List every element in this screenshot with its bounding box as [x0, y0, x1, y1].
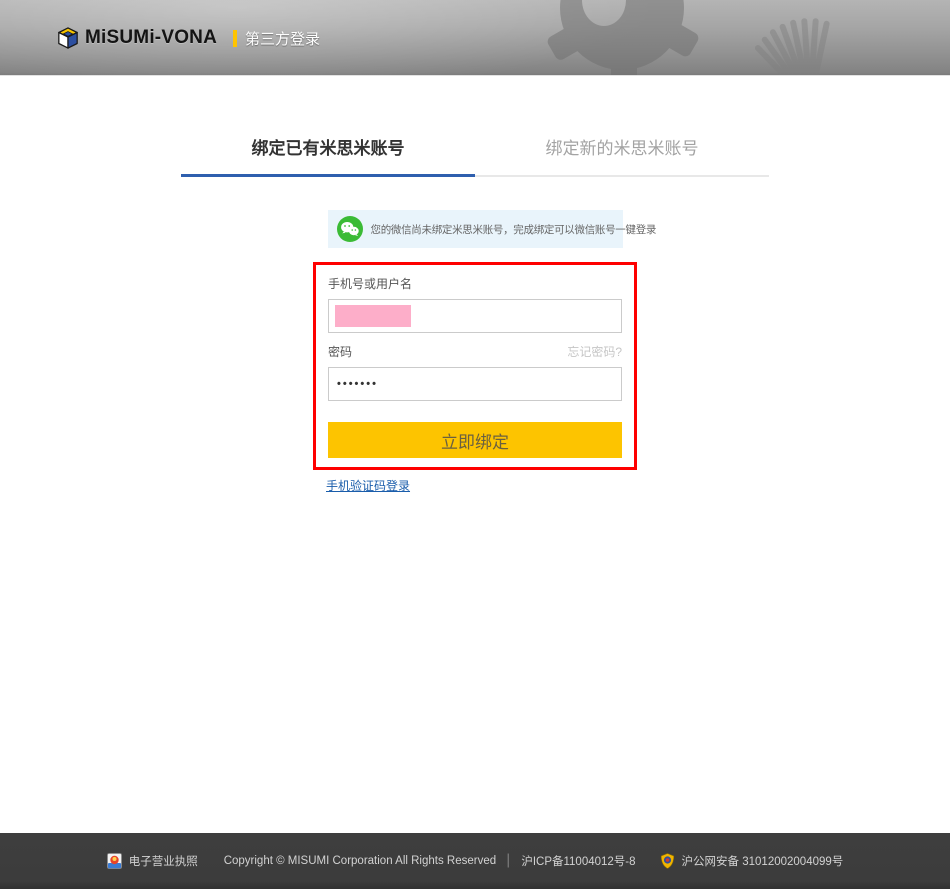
subtitle-accent-bar [233, 30, 237, 47]
password-label-row: 密码 忘记密码? [328, 343, 622, 360]
wechat-notice: 您的微信尚未绑定米思米账号，完成绑定可以微信账号一键登录 [328, 210, 623, 248]
tab-bind-new-account[interactable]: 绑定新的米思米账号 [475, 134, 769, 177]
wechat-icon [337, 216, 363, 242]
footer-divider: │ [505, 855, 512, 867]
footer-row: 电子营业执照 Copyright © MISUMI Corporation Al… [107, 853, 844, 869]
username-input-wrap [328, 299, 622, 333]
fan-blades-icon [754, 18, 831, 76]
brand-name: MiSUMi-VONA [85, 27, 217, 49]
gear-icon [543, 0, 700, 76]
business-license-link[interactable]: 电子营业执照 [107, 853, 198, 869]
business-license-icon [107, 853, 122, 869]
password-input[interactable] [328, 367, 622, 401]
page-subtitle: 第三方登录 [245, 28, 320, 49]
main-content: 绑定已有米思米账号 绑定新的米思米账号 您的微信尚未绑定米思米账号，完成绑定可以… [0, 76, 950, 833]
police-registration-link[interactable]: 沪公网安备 31012002004099号 [660, 853, 844, 869]
misumi-cube-icon [57, 27, 79, 49]
police-badge-icon [660, 853, 675, 869]
password-label: 密码 [328, 343, 352, 360]
brand: MiSUMi-VONA 第三方登录 [57, 0, 320, 76]
tab-bind-existing-account[interactable]: 绑定已有米思米账号 [181, 134, 475, 177]
icp-number-link[interactable]: 沪ICP备11004012号-8 [521, 853, 635, 869]
wechat-notice-text: 您的微信尚未绑定米思米账号，完成绑定可以微信账号一键登录 [371, 222, 657, 237]
copyright-text: Copyright © MISUMI Corporation All Right… [224, 855, 496, 867]
footer: 电子营业执照 Copyright © MISUMI Corporation Al… [0, 833, 950, 889]
page: MiSUMi-VONA 第三方登录 绑定已有米思米账号 绑定新的米思米账号 您的… [0, 0, 950, 889]
business-license-label: 电子营业执照 [129, 853, 198, 869]
police-registration-label: 沪公网安备 31012002004099号 [682, 853, 844, 869]
sms-login-row: 手机验证码登录 [313, 477, 637, 495]
username-label: 手机号或用户名 [328, 275, 622, 292]
sms-login-link[interactable]: 手机验证码登录 [326, 479, 410, 493]
tabs: 绑定已有米思米账号 绑定新的米思米账号 [181, 134, 769, 177]
bind-account-form: 手机号或用户名 密码 忘记密码? 立即绑定 [313, 262, 637, 470]
bind-now-button[interactable]: 立即绑定 [328, 422, 622, 458]
username-input[interactable] [328, 299, 622, 333]
forgot-password-link[interactable]: 忘记密码? [567, 343, 622, 360]
header: MiSUMi-VONA 第三方登录 [0, 0, 950, 76]
